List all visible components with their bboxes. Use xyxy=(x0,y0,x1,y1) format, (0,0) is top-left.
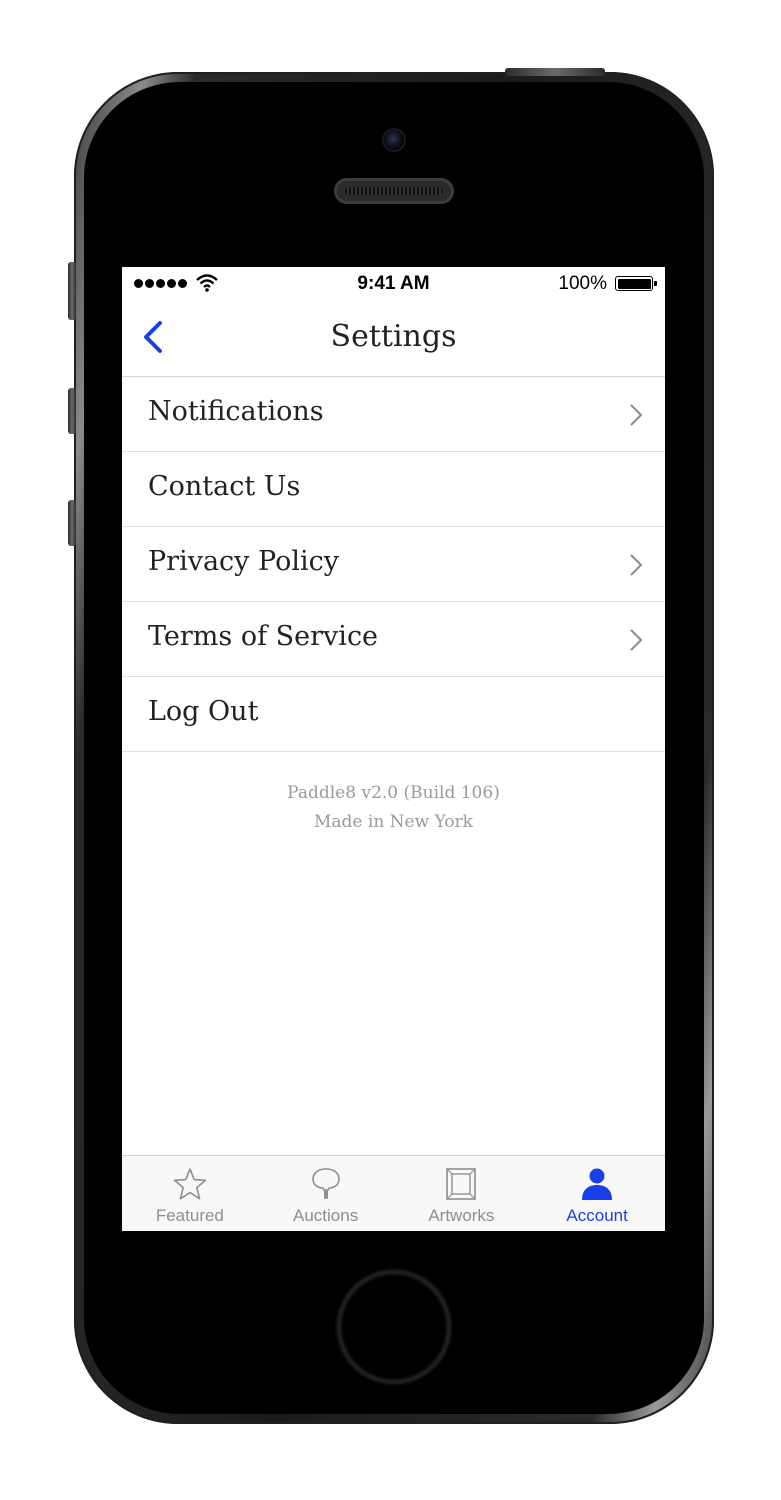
tab-featured[interactable]: Featured xyxy=(122,1156,258,1231)
tab-label: Auctions xyxy=(293,1206,359,1225)
frame-icon xyxy=(446,1168,477,1200)
chevron-right-icon xyxy=(630,629,643,651)
made-in-text: Made in New York xyxy=(314,812,473,832)
tab-label: Artworks xyxy=(428,1206,495,1225)
app-screen: 9:41 AM 100% Settings Notifications Cont… xyxy=(122,267,665,1231)
tab-account[interactable]: Account xyxy=(529,1156,665,1231)
paddle-icon xyxy=(311,1168,340,1199)
battery-icon xyxy=(615,276,657,291)
tab-artworks[interactable]: Artworks xyxy=(394,1156,530,1231)
settings-list: Notifications Contact Us Privacy Policy … xyxy=(122,377,665,752)
chevron-right-icon xyxy=(630,554,643,576)
settings-item-label: Privacy Policy xyxy=(148,546,339,577)
settings-item-label: Log Out xyxy=(148,696,259,727)
app-version-info: Paddle8 v2.0 (Build 106) Made in New Yor… xyxy=(122,779,665,837)
tab-bar: Featured Auctions Artworks Account xyxy=(122,1155,665,1231)
tab-label: Account xyxy=(566,1206,628,1225)
status-bar: 9:41 AM 100% xyxy=(122,267,665,301)
home-button[interactable] xyxy=(337,1270,451,1384)
settings-item-label: Contact Us xyxy=(148,471,301,502)
version-text: Paddle8 v2.0 (Build 106) xyxy=(287,783,500,803)
settings-item-contact-us[interactable]: Contact Us xyxy=(122,452,665,527)
chevron-right-icon xyxy=(630,404,643,426)
person-icon xyxy=(582,1168,613,1200)
settings-item-label: Terms of Service xyxy=(148,621,379,652)
earpiece-speaker xyxy=(334,178,454,204)
settings-item-terms-of-service[interactable]: Terms of Service xyxy=(122,602,665,677)
mute-switch xyxy=(68,262,76,320)
navigation-bar: Settings xyxy=(122,301,665,377)
volume-down-button xyxy=(68,500,76,546)
tab-auctions[interactable]: Auctions xyxy=(258,1156,394,1231)
front-camera xyxy=(382,128,406,152)
settings-item-label: Notifications xyxy=(148,396,324,427)
battery-percentage: 100% xyxy=(558,273,607,294)
power-button xyxy=(505,68,605,76)
settings-item-log-out[interactable]: Log Out xyxy=(122,677,665,752)
page-title: Settings xyxy=(330,319,457,354)
star-icon xyxy=(173,1168,207,1200)
volume-up-button xyxy=(68,388,76,434)
settings-item-privacy-policy[interactable]: Privacy Policy xyxy=(122,527,665,602)
tab-label: Featured xyxy=(155,1206,224,1225)
settings-item-notifications[interactable]: Notifications xyxy=(122,377,665,452)
